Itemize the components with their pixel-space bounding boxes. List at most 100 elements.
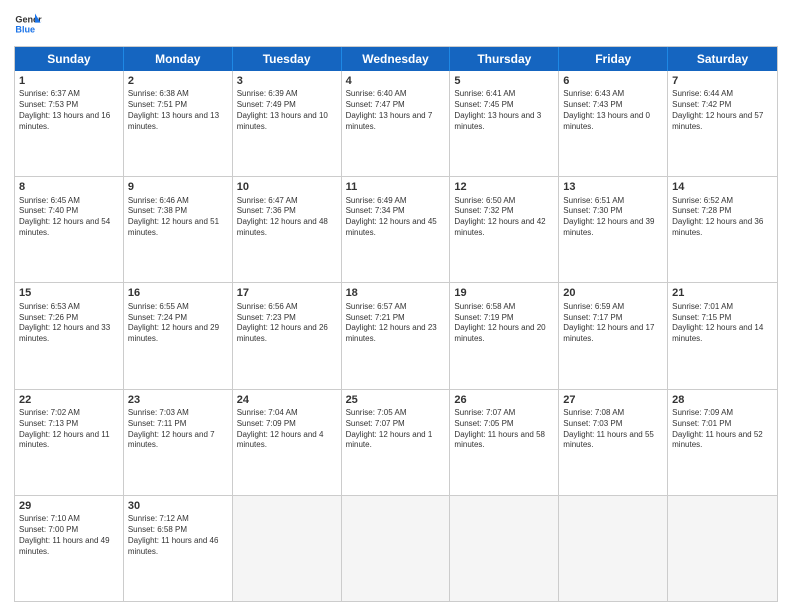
cell-info: Sunrise: 6:59 AMSunset: 7:17 PMDaylight:… — [563, 302, 663, 345]
day-number: 2 — [128, 74, 228, 88]
page: General Blue SundayMondayTuesdayWednesda… — [0, 0, 792, 612]
day-header-sunday: Sunday — [15, 47, 124, 71]
cell-info: Sunrise: 7:04 AMSunset: 7:09 PMDaylight:… — [237, 408, 337, 451]
day-cell-29: 29Sunrise: 7:10 AMSunset: 7:00 PMDayligh… — [15, 496, 124, 601]
cell-info: Sunrise: 6:38 AMSunset: 7:51 PMDaylight:… — [128, 89, 228, 132]
cell-info: Sunrise: 6:39 AMSunset: 7:49 PMDaylight:… — [237, 89, 337, 132]
day-cell-2: 2Sunrise: 6:38 AMSunset: 7:51 PMDaylight… — [124, 71, 233, 176]
cell-info: Sunrise: 7:07 AMSunset: 7:05 PMDaylight:… — [454, 408, 554, 451]
day-number: 25 — [346, 393, 446, 407]
day-cell-20: 20 Sunrise: 6:59 AMSunset: 7:17 PMDayligh… — [559, 283, 668, 388]
day-number: 22 — [19, 393, 119, 407]
day-cell-1: 1Sunrise: 6:37 AMSunset: 7:53 PMDaylight… — [15, 71, 124, 176]
empty-cell — [559, 496, 668, 601]
day-number: 16 — [128, 286, 228, 300]
cell-info: Sunrise: 6:43 AMSunset: 7:43 PMDaylight:… — [563, 89, 663, 132]
day-number: 28 — [672, 393, 773, 407]
empty-cell — [233, 496, 342, 601]
day-header-monday: Monday — [124, 47, 233, 71]
calendar: SundayMondayTuesdayWednesdayThursdayFrid… — [14, 46, 778, 602]
cell-info: Sunrise: 6:41 AMSunset: 7:45 PMDaylight:… — [454, 89, 554, 132]
day-number: 3 — [237, 74, 337, 88]
day-number: 10 — [237, 180, 337, 194]
day-cell-14: 14 Sunrise: 6:52 AMSunset: 7:28 PMDayligh… — [668, 177, 777, 282]
day-cell-11: 11Sunrise: 6:49 AMSunset: 7:34 PMDayligh… — [342, 177, 451, 282]
day-cell-12: 12Sunrise: 6:50 AMSunset: 7:32 PMDayligh… — [450, 177, 559, 282]
cell-info: Sunrise: 6:47 AMSunset: 7:36 PMDaylight:… — [237, 196, 337, 239]
cell-info: Sunrise: 7:05 AMSunset: 7:07 PMDaylight:… — [346, 408, 446, 451]
day-cell-25: 25Sunrise: 7:05 AMSunset: 7:07 PMDayligh… — [342, 390, 451, 495]
day-number: 30 — [128, 499, 228, 513]
day-number: 15 — [19, 286, 119, 300]
cell-info: Sunrise: 6:40 AMSunset: 7:47 PMDaylight:… — [346, 89, 446, 132]
day-number: 27 — [563, 393, 663, 407]
cell-info: Sunrise: 6:58 AMSunset: 7:19 PMDaylight:… — [454, 302, 554, 345]
cell-info: Sunrise: 6:45 AMSunset: 7:40 PMDaylight:… — [19, 196, 119, 239]
cell-info: Sunrise: 7:03 AMSunset: 7:11 PMDaylight:… — [128, 408, 228, 451]
calendar-body: 1Sunrise: 6:37 AMSunset: 7:53 PMDaylight… — [15, 71, 777, 601]
day-cell-24: 24Sunrise: 7:04 AMSunset: 7:09 PMDayligh… — [233, 390, 342, 495]
day-cell-16: 16 Sunrise: 6:55 AMSunset: 7:24 PMDayligh… — [124, 283, 233, 388]
day-cell-4: 4Sunrise: 6:40 AMSunset: 7:47 PMDaylight… — [342, 71, 451, 176]
day-number: 12 — [454, 180, 554, 194]
day-number: 26 — [454, 393, 554, 407]
day-number: 1 — [19, 74, 119, 88]
cell-info: Sunrise: 7:02 AMSunset: 7:13 PMDaylight:… — [19, 408, 119, 451]
day-number: 13 — [563, 180, 663, 194]
day-number: 18 — [346, 286, 446, 300]
cell-info: Sunrise: 6:51 AMSunset: 7:30 PMDaylight:… — [563, 196, 663, 239]
day-cell-7: 7Sunrise: 6:44 AMSunset: 7:42 PMDaylight… — [668, 71, 777, 176]
day-cell-5: 5Sunrise: 6:41 AMSunset: 7:45 PMDaylight… — [450, 71, 559, 176]
calendar-week-5: 29Sunrise: 7:10 AMSunset: 7:00 PMDayligh… — [15, 496, 777, 601]
day-cell-19: 19 Sunrise: 6:58 AMSunset: 7:19 PMDayligh… — [450, 283, 559, 388]
day-number: 19 — [454, 286, 554, 300]
day-cell-21: 21 Sunrise: 7:01 AMSunset: 7:15 PMDayligh… — [668, 283, 777, 388]
day-header-tuesday: Tuesday — [233, 47, 342, 71]
day-number: 20 — [563, 286, 663, 300]
day-number: 21 — [672, 286, 773, 300]
cell-info: Sunrise: 6:52 AMSunset: 7:28 PMDaylight:… — [672, 196, 773, 239]
day-cell-6: 6Sunrise: 6:43 AMSunset: 7:43 PMDaylight… — [559, 71, 668, 176]
calendar-week-3: 15 Sunrise: 6:53 AMSunset: 7:26 PMDayligh… — [15, 283, 777, 389]
day-cell-10: 10 Sunrise: 6:47 AMSunset: 7:36 PMDayligh… — [233, 177, 342, 282]
cell-info: Sunrise: 6:44 AMSunset: 7:42 PMDaylight:… — [672, 89, 773, 132]
header: General Blue — [14, 10, 778, 38]
svg-text:Blue: Blue — [15, 24, 35, 34]
day-cell-28: 28Sunrise: 7:09 AMSunset: 7:01 PMDayligh… — [668, 390, 777, 495]
calendar-week-4: 22Sunrise: 7:02 AMSunset: 7:13 PMDayligh… — [15, 390, 777, 496]
day-cell-8: 8 Sunrise: 6:45 AMSunset: 7:40 PMDaylight… — [15, 177, 124, 282]
empty-cell — [342, 496, 451, 601]
cell-info: Sunrise: 7:08 AMSunset: 7:03 PMDaylight:… — [563, 408, 663, 451]
day-cell-18: 18Sunrise: 6:57 AMSunset: 7:21 PMDayligh… — [342, 283, 451, 388]
empty-cell — [668, 496, 777, 601]
cell-info: Sunrise: 6:56 AMSunset: 7:23 PMDaylight:… — [237, 302, 337, 345]
day-number: 29 — [19, 499, 119, 513]
day-number: 5 — [454, 74, 554, 88]
day-header-friday: Friday — [559, 47, 668, 71]
logo-icon: General Blue — [14, 10, 42, 38]
day-number: 8 — [19, 180, 119, 194]
cell-info: Sunrise: 6:53 AMSunset: 7:26 PMDaylight:… — [19, 302, 119, 345]
day-cell-3: 3Sunrise: 6:39 AMSunset: 7:49 PMDaylight… — [233, 71, 342, 176]
cell-info: Sunrise: 6:49 AMSunset: 7:34 PMDaylight:… — [346, 196, 446, 239]
calendar-week-2: 8 Sunrise: 6:45 AMSunset: 7:40 PMDaylight… — [15, 177, 777, 283]
day-cell-9: 9Sunrise: 6:46 AMSunset: 7:38 PMDaylight… — [124, 177, 233, 282]
empty-cell — [450, 496, 559, 601]
cell-info: Sunrise: 6:55 AMSunset: 7:24 PMDaylight:… — [128, 302, 228, 345]
day-number: 4 — [346, 74, 446, 88]
cell-info: Sunrise: 7:09 AMSunset: 7:01 PMDaylight:… — [672, 408, 773, 451]
day-cell-23: 23Sunrise: 7:03 AMSunset: 7:11 PMDayligh… — [124, 390, 233, 495]
day-number: 23 — [128, 393, 228, 407]
cell-info: Sunrise: 7:01 AMSunset: 7:15 PMDaylight:… — [672, 302, 773, 345]
day-number: 9 — [128, 180, 228, 194]
day-header-saturday: Saturday — [668, 47, 777, 71]
day-number: 24 — [237, 393, 337, 407]
day-number: 7 — [672, 74, 773, 88]
day-number: 6 — [563, 74, 663, 88]
day-cell-15: 15 Sunrise: 6:53 AMSunset: 7:26 PMDayligh… — [15, 283, 124, 388]
day-number: 14 — [672, 180, 773, 194]
day-cell-13: 13 Sunrise: 6:51 AMSunset: 7:30 PMDayligh… — [559, 177, 668, 282]
day-cell-26: 26Sunrise: 7:07 AMSunset: 7:05 PMDayligh… — [450, 390, 559, 495]
day-cell-30: 30Sunrise: 7:12 AMSunset: 6:58 PMDayligh… — [124, 496, 233, 601]
day-number: 17 — [237, 286, 337, 300]
